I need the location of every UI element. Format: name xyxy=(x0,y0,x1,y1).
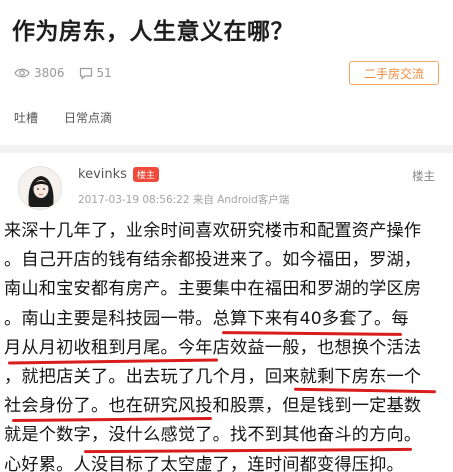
body-line: 。南山主要是科技园一带。总算下来有40多套了。每 xyxy=(4,308,409,329)
comments-stat[interactable]: 51 xyxy=(79,66,112,80)
body-line: ，就把店关了。出去玩了几个月，回来就剩下房东一个 xyxy=(4,366,422,387)
views-count: 3806 xyxy=(34,66,65,80)
body-line: 月从月初收租到月尾。今年店效益一般，也想换个活法 xyxy=(4,337,422,358)
eye-icon xyxy=(14,68,30,78)
avatar[interactable] xyxy=(18,166,62,210)
body-line: 就是个数字，没什么感觉了。找不到其他奋斗的方向。 xyxy=(4,425,422,446)
views-stat: 3806 xyxy=(14,66,65,80)
reply-meta: 2017-03-19 08:56:22 来自 Android客户端 xyxy=(78,194,290,206)
body-line: 来深十几年了，业余时间喜欢研究楼市和配置资产操作 xyxy=(4,221,422,241)
username[interactable]: kevinks xyxy=(78,167,127,182)
body-line: 心好累。人没目标了太空虚了，连时间都变得压抑。 xyxy=(4,454,404,472)
section-divider xyxy=(0,145,453,153)
floor-label: 楼主 xyxy=(412,169,435,183)
body-line: 南山和宝安都有房产。主要集中在福田和罗湖的学区房 xyxy=(4,279,422,300)
post-stats: 3806 51 xyxy=(14,66,126,80)
comment-icon xyxy=(79,67,92,80)
reply-body: 来深十几年了，业余时间喜欢研究楼市和配置资产操作 。自己开店的钱有结余都投进来了… xyxy=(4,217,451,472)
user-avatar-illustration xyxy=(28,176,54,207)
comments-count: 51 xyxy=(96,66,112,80)
tag-list: 吐槽 日常点滴 xyxy=(14,109,138,126)
author-badge: 楼主 xyxy=(132,167,159,182)
post-title: 作为房东，人生意义在哪？ xyxy=(12,19,294,45)
reply-author: kevinks 楼主 xyxy=(78,167,159,182)
body-line: 社会身份了。也在研究风投和股票，但是钱到一定基数 xyxy=(4,396,422,417)
body-line: 。自己开店的钱有结余都投进来了。如今福田，罗湖， xyxy=(4,250,422,271)
tag-item[interactable]: 日常点滴 xyxy=(64,109,112,126)
tag-item[interactable]: 吐槽 xyxy=(14,109,38,126)
category-tag[interactable]: 二手房交流 xyxy=(349,61,439,85)
